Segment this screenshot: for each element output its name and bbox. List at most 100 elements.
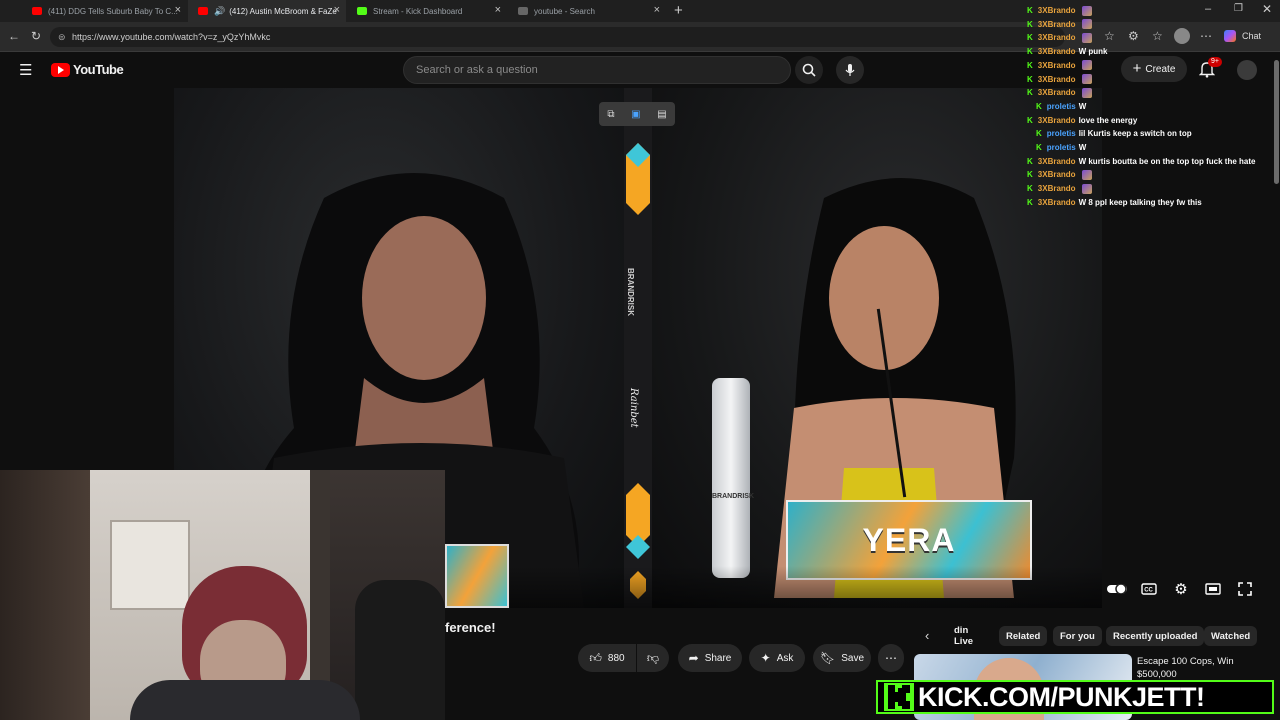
- save-button[interactable]: 🔖︎ Save: [813, 644, 871, 672]
- share-button[interactable]: ➦ Share: [678, 644, 742, 672]
- kick-badge-icon: K: [1027, 115, 1033, 125]
- cam-chair: [355, 580, 445, 720]
- video-capture-icon[interactable]: ▣: [631, 109, 640, 120]
- kick-badge-icon: K: [1036, 101, 1042, 111]
- close-tab-icon[interactable]: ×: [334, 4, 340, 16]
- search-button[interactable]: [795, 56, 823, 84]
- emote-icon: [1081, 32, 1092, 43]
- kick-badge-icon: K: [1027, 170, 1033, 180]
- theater-mode-button[interactable]: [1203, 579, 1223, 599]
- speaker-icon[interactable]: 🔊: [214, 6, 225, 17]
- chip-live[interactable]: din Live: [944, 625, 992, 647]
- close-tab-icon[interactable]: ×: [495, 4, 501, 16]
- emote-icon: [1081, 169, 1092, 180]
- chip-label: Related: [1006, 630, 1041, 642]
- kick-badge-icon: K: [1027, 197, 1033, 207]
- site-info-icon[interactable]: ⊜: [58, 27, 66, 47]
- chips-scroll-left-icon[interactable]: ‹: [925, 628, 929, 643]
- stream-chat-overlay: K 3XBrando K 3XBrando K 3XBrando K 3XBrando W pu…: [1024, 4, 1280, 214]
- chip-related[interactable]: Related: [999, 626, 1048, 646]
- chip-for-you[interactable]: For you: [1053, 626, 1102, 646]
- voice-search-button[interactable]: [836, 56, 864, 84]
- chat-username: 3XBrando: [1037, 47, 1076, 57]
- chat-username: 3XBrando: [1037, 33, 1076, 43]
- close-tab-icon[interactable]: ×: [175, 4, 181, 16]
- url-input[interactable]: ⊜ https://www.youtube.com/watch?v=z_yQzY…: [50, 27, 1065, 47]
- browser-tab-1[interactable]: (411) DDG Tells Suburb Baby To C... ×: [22, 0, 187, 22]
- chat-username: proletis: [1046, 101, 1076, 111]
- autoplay-toggle[interactable]: [1107, 579, 1127, 599]
- like-button[interactable]: 👍︎ 880: [578, 644, 636, 672]
- ask-label: Ask: [776, 652, 794, 664]
- chat-text: W kurtis boutta be on the top top fuck t…: [1078, 156, 1256, 166]
- emote-icon: [1081, 19, 1092, 30]
- browser-tab-4[interactable]: youtube - Search ×: [508, 0, 666, 22]
- dislike-button[interactable]: 👎︎: [637, 644, 669, 672]
- thumbs-down-icon: 👎︎: [646, 650, 660, 665]
- browser-tab-3[interactable]: Stream - Kick Dashboard ×: [347, 0, 507, 22]
- chat-username: 3XBrando: [1037, 156, 1076, 166]
- bookmark-icon: 🔖︎: [819, 651, 836, 665]
- settings-gear-icon[interactable]: ⚙: [1171, 579, 1191, 599]
- search-favicon-icon: [518, 7, 528, 15]
- search-icon: [802, 63, 816, 77]
- chat-message: K 3XBrando: [1027, 4, 1092, 17]
- emote-icon: [1081, 5, 1092, 16]
- chat-message: K 3XBrando: [1027, 31, 1092, 44]
- ask-button[interactable]: ✦ Ask: [749, 644, 805, 672]
- hamburger-menu-icon[interactable]: ☰: [19, 61, 32, 79]
- video-title: ference!: [445, 620, 496, 635]
- notes-icon[interactable]: ▤: [657, 109, 666, 120]
- kick-banner-text: KICK.COM/PUNKJETT!: [918, 682, 1205, 712]
- chip-recently-uploaded[interactable]: Recently uploaded: [1106, 626, 1205, 646]
- stripe-sponsor-text: Rainbet: [628, 388, 639, 428]
- placard-name: YERA: [862, 521, 956, 558]
- search-input[interactable]: Search or ask a question: [403, 56, 791, 84]
- fullscreen-icon: [1238, 582, 1252, 596]
- chat-username: 3XBrando: [1037, 19, 1076, 29]
- chat-message: Kproletis W: [1036, 141, 1086, 154]
- cam-shelf: [0, 470, 90, 720]
- chat-text: love the energy: [1078, 115, 1138, 125]
- svg-text:CC: CC: [1144, 588, 1153, 594]
- chat-username: proletis: [1046, 143, 1076, 152]
- picture-in-picture-icon[interactable]: ⧉: [607, 109, 614, 120]
- kick-badge-icon: K: [1027, 47, 1033, 57]
- chat-text: W punk: [1078, 47, 1108, 57]
- chat-message: Kproletis W: [1036, 100, 1086, 113]
- chat-message: K 3XBrando: [1027, 73, 1092, 86]
- back-arrow-icon[interactable]: ←: [8, 29, 20, 43]
- chip-watched[interactable]: Watched: [1204, 626, 1258, 646]
- chat-message: K 3XBrando W 8 ppl keep talking they fw th…: [1027, 196, 1202, 209]
- chat-username: 3XBrando: [1037, 197, 1076, 207]
- chat-message: K 3XBrando: [1027, 18, 1092, 31]
- water-bottle: BRANDRISK: [712, 378, 754, 578]
- recommendation-title[interactable]: Escape 100 Cops, Win $500,000: [1137, 655, 1267, 681]
- chip-label: Recently uploaded: [1113, 630, 1198, 642]
- chat-message: K 3XBrando: [1027, 182, 1092, 195]
- captions-button[interactable]: CC: [1139, 579, 1159, 599]
- chat-message: K 3XBrando love the energy: [1027, 114, 1137, 127]
- more-actions-button[interactable]: ⋯: [878, 644, 904, 672]
- microphone-icon: [845, 64, 855, 76]
- url-text: https://www.youtube.com/watch?v=z_yQzYhM…: [72, 32, 271, 42]
- reload-icon[interactable]: ↻: [31, 29, 41, 43]
- close-tab-icon[interactable]: ×: [654, 4, 660, 16]
- fullscreen-button[interactable]: [1235, 579, 1255, 599]
- save-label: Save: [841, 652, 865, 664]
- kick-badge-icon: K: [1027, 6, 1033, 15]
- share-arrow-icon: ➦: [688, 651, 699, 665]
- browser-tab-2[interactable]: 🔊 (412) Austin McBroom & FaZe ×: [188, 0, 346, 22]
- kick-banner: KICK.COM/PUNKJETT!: [876, 680, 1274, 714]
- floating-video-toolbar: ⧉ ▣ ▤: [599, 102, 675, 126]
- thumbs-up-icon: 👍︎: [589, 650, 602, 665]
- kick-badge-icon: K: [1027, 19, 1033, 29]
- chat-message: Kproletis lil Kurtis keep a switch on top: [1036, 127, 1192, 140]
- youtube-logo[interactable]: YouTube: [51, 62, 124, 77]
- chat-message: K 3XBrando W punk: [1027, 45, 1107, 58]
- new-tab-button[interactable]: +: [674, 2, 683, 19]
- share-label: Share: [704, 652, 732, 664]
- youtube-favicon-icon: [198, 7, 208, 15]
- kick-badge-icon: K: [1027, 88, 1033, 98]
- more-horizontal-icon: ⋯: [885, 651, 897, 665]
